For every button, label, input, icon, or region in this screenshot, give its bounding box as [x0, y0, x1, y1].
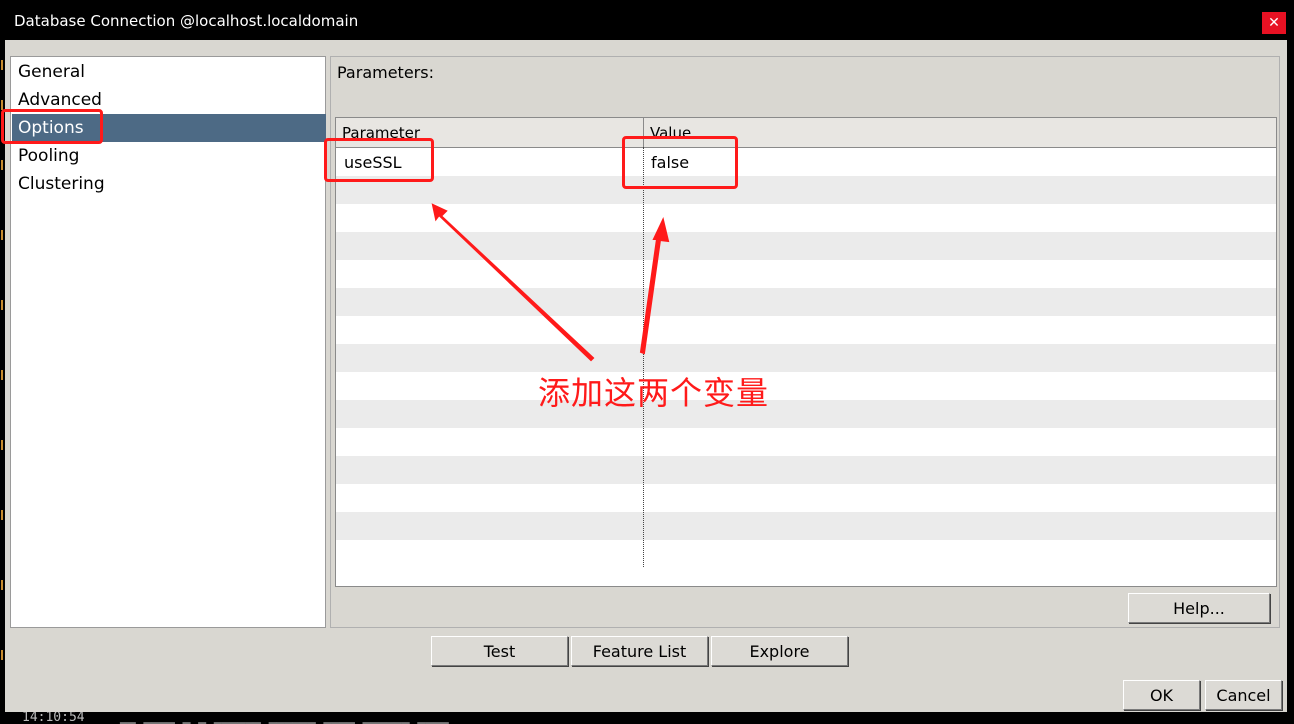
- empty-table-row[interactable]: [336, 288, 1276, 316]
- empty-table-row[interactable]: [336, 176, 1276, 204]
- empty-table-row[interactable]: [336, 204, 1276, 232]
- ok-button[interactable]: OK: [1123, 680, 1200, 710]
- empty-table-row[interactable]: [336, 232, 1276, 260]
- background-terminal-line: 14:10:54 ▁▁ ▁▁▁▁ ▁ ▁ ▁▁▁▁▁▁ ▁▁▁▁▁▁ ▁▁▁▁ …: [0, 712, 1294, 724]
- nav-item-clustering[interactable]: Clustering: [12, 170, 326, 198]
- nav-item-general[interactable]: General: [12, 58, 326, 86]
- help-button[interactable]: Help...: [1128, 593, 1270, 623]
- annotation-highlight-options: [1, 109, 103, 144]
- feature-list-button[interactable]: Feature List: [571, 636, 708, 666]
- table-header: Parameter Value: [336, 118, 1276, 148]
- options-panel: Parameters: Parameter Value useSSL false…: [330, 56, 1280, 628]
- empty-table-row[interactable]: [336, 260, 1276, 288]
- explore-button[interactable]: Explore: [711, 636, 848, 666]
- parameters-table[interactable]: Parameter Value useSSL false: [335, 117, 1277, 587]
- cancel-button[interactable]: Cancel: [1205, 680, 1282, 710]
- empty-table-row[interactable]: [336, 428, 1276, 456]
- empty-table-row[interactable]: [336, 456, 1276, 484]
- close-icon[interactable]: ✕: [1262, 12, 1286, 34]
- annotation-highlight-value: [622, 136, 738, 189]
- empty-table-row[interactable]: [336, 484, 1276, 512]
- column-divider: [643, 147, 644, 567]
- empty-table-row[interactable]: [336, 400, 1276, 428]
- empty-table-row[interactable]: [336, 372, 1276, 400]
- empty-table-row[interactable]: [336, 344, 1276, 372]
- empty-table-row[interactable]: [336, 316, 1276, 344]
- terminal-timestamp: 14:10:54: [22, 712, 85, 724]
- empty-table-row[interactable]: [336, 512, 1276, 540]
- test-button[interactable]: Test: [431, 636, 568, 666]
- annotation-text: 添加这两个变量: [538, 374, 770, 412]
- annotation-highlight-parameter: [324, 138, 434, 182]
- parameters-label: Parameters:: [337, 63, 434, 82]
- table-row[interactable]: useSSL false: [336, 148, 1276, 176]
- terminal-obscured-text: ▁▁ ▁▁▁▁ ▁ ▁ ▁▁▁▁▁▁ ▁▁▁▁▁▁ ▁▁▁▁ ▁▁▁▁▁▁ ▁▁…: [120, 712, 449, 724]
- window-title: Database Connection @localhost.localdoma…: [14, 12, 359, 30]
- nav-item-pooling[interactable]: Pooling: [12, 142, 326, 170]
- title-bar: Database Connection @localhost.localdoma…: [0, 0, 1294, 40]
